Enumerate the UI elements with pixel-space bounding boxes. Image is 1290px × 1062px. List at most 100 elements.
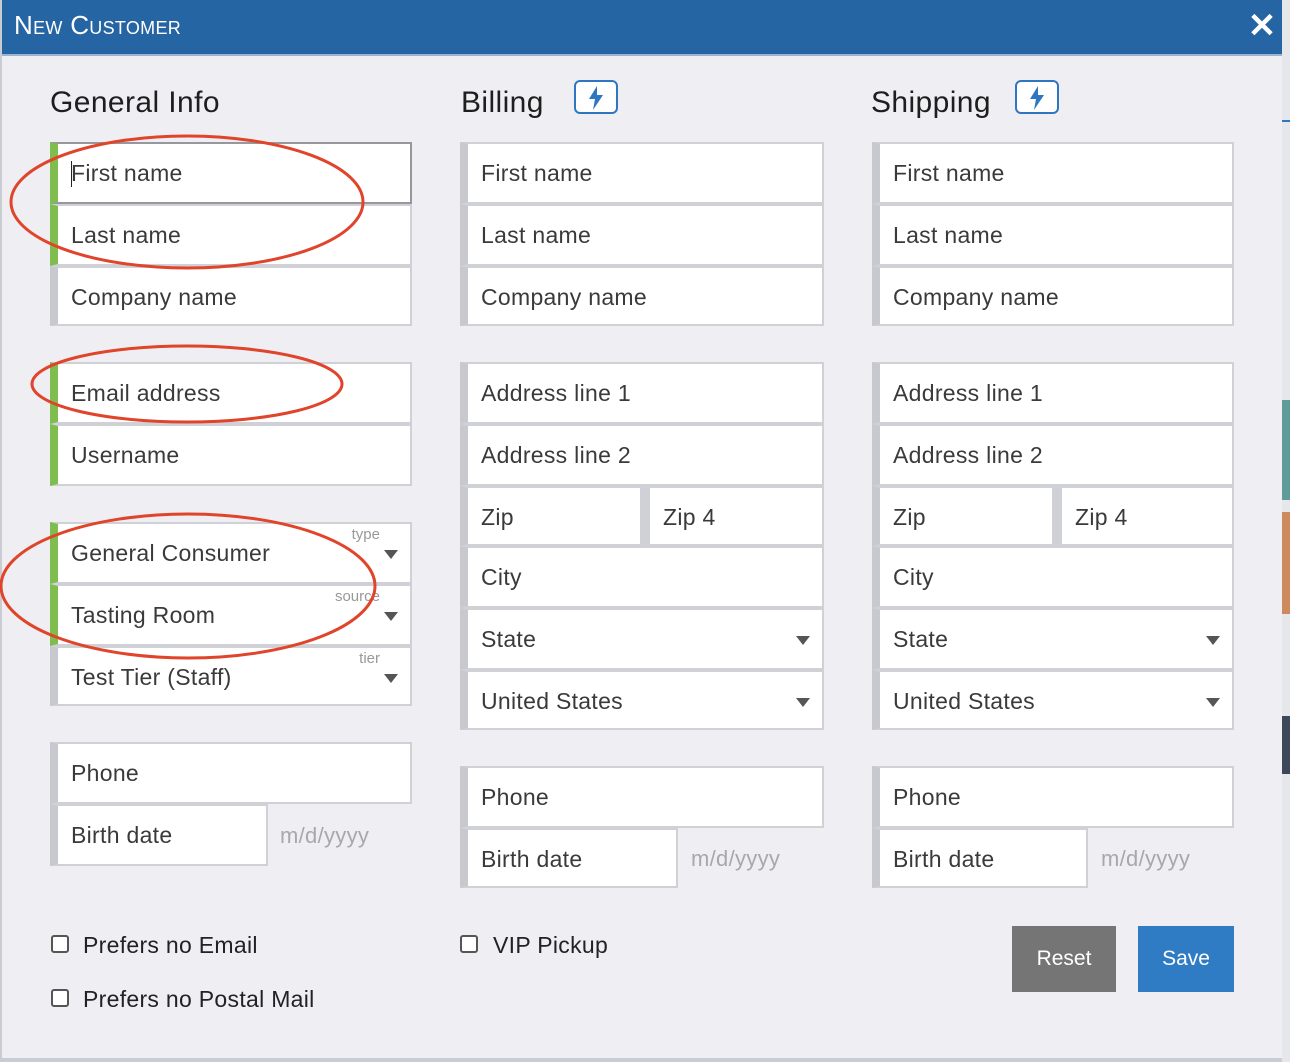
placeholder: First name — [481, 160, 593, 186]
placeholder: Company name — [481, 284, 647, 310]
placeholder: Birth date — [481, 846, 583, 872]
selected-value: State — [893, 626, 949, 652]
placeholder: Company name — [893, 284, 1059, 310]
billing-first-name-input[interactable]: First name — [460, 142, 824, 204]
selected-value: General Consumer — [71, 540, 271, 566]
background-block — [1282, 512, 1290, 614]
reset-button[interactable]: Reset — [1012, 926, 1116, 992]
placeholder: First name — [71, 160, 183, 186]
general-phone-input[interactable]: Phone — [50, 742, 412, 804]
billing-heading: Billing — [461, 86, 544, 119]
placeholder: Birth date — [71, 822, 173, 848]
vip-pickup-label[interactable]: VIP Pickup — [493, 932, 608, 959]
shipping-address2-input[interactable]: Address line 2 — [872, 424, 1234, 486]
lightning-bolt-icon — [1030, 86, 1044, 110]
type-label: type — [351, 526, 380, 543]
placeholder: Username — [71, 442, 180, 468]
placeholder: Address line 1 — [481, 380, 631, 406]
date-format-hint: m/d/yyyy — [280, 823, 370, 848]
chevron-down-icon — [384, 674, 398, 683]
placeholder: Birth date — [893, 846, 995, 872]
billing-address1-input[interactable]: Address line 1 — [460, 362, 824, 424]
placeholder: Zip 4 — [1075, 504, 1128, 530]
selected-value: State — [481, 626, 537, 652]
selected-value: Test Tier (Staff) — [71, 664, 232, 690]
placeholder: Zip — [481, 504, 514, 530]
placeholder: Zip 4 — [663, 504, 716, 530]
general-company-name-input[interactable]: Company name — [50, 266, 412, 326]
chevron-down-icon — [1206, 636, 1220, 645]
placeholder: Address line 1 — [893, 380, 1043, 406]
close-icon[interactable]: ✕ — [1246, 6, 1278, 46]
placeholder: Phone — [481, 784, 550, 810]
billing-address2-input[interactable]: Address line 2 — [460, 424, 824, 486]
placeholder: Email address — [71, 380, 221, 406]
selected-value: Tasting Room — [71, 602, 216, 628]
billing-phone-input[interactable]: Phone — [460, 766, 824, 828]
shipping-zip-input[interactable]: Zip — [872, 486, 1054, 546]
shipping-country-select[interactable]: United States — [872, 670, 1234, 730]
placeholder: Last name — [893, 222, 1004, 248]
date-format-hint: m/d/yyyy — [691, 846, 781, 871]
general-email-input[interactable]: Email address — [50, 362, 412, 424]
chevron-down-icon — [796, 636, 810, 645]
billing-zip4-input[interactable]: Zip 4 — [642, 486, 824, 546]
billing-zip-input[interactable]: Zip — [460, 486, 642, 546]
billing-birth-date-input[interactable]: Birth date — [460, 828, 678, 888]
shipping-company-name-input[interactable]: Company name — [872, 266, 1234, 326]
billing-company-name-input[interactable]: Company name — [460, 266, 824, 326]
chevron-down-icon — [796, 698, 810, 707]
customer-type-select[interactable]: type General Consumer — [50, 522, 412, 584]
tier-label: tier — [359, 650, 380, 667]
general-first-name-input[interactable]: First name — [50, 142, 412, 204]
general-username-input[interactable]: Username — [50, 424, 412, 486]
billing-country-select[interactable]: United States — [460, 670, 824, 730]
billing-state-select[interactable]: State — [460, 608, 824, 670]
dialog-titlebar: New Customer ✕ — [2, 0, 1282, 56]
shipping-city-input[interactable]: City — [872, 546, 1234, 608]
shipping-first-name-input[interactable]: First name — [872, 142, 1234, 204]
source-label: source — [334, 588, 380, 605]
prefers-no-email-checkbox[interactable] — [51, 935, 69, 953]
prefers-no-email-label[interactable]: Prefers no Email — [83, 932, 258, 959]
lightning-bolt-icon — [589, 86, 603, 110]
prefers-no-postal-checkbox[interactable] — [51, 989, 69, 1007]
shipping-zip4-input[interactable]: Zip 4 — [1054, 486, 1234, 546]
billing-autofill-button[interactable] — [574, 80, 618, 114]
chevron-down-icon — [1206, 698, 1220, 707]
general-info-heading: General Info — [50, 86, 220, 119]
general-last-name-input[interactable]: Last name — [50, 204, 412, 266]
placeholder: Phone — [893, 784, 962, 810]
shipping-phone-input[interactable]: Phone — [872, 766, 1234, 828]
placeholder: Address line 2 — [893, 442, 1043, 468]
background-line — [1282, 120, 1290, 122]
chevron-down-icon — [384, 612, 398, 621]
prefers-no-postal-label[interactable]: Prefers no Postal Mail — [83, 986, 315, 1013]
save-button[interactable]: Save — [1138, 926, 1234, 992]
customer-tier-select[interactable]: tier Test Tier (Staff) — [50, 646, 412, 706]
billing-city-input[interactable]: City — [460, 546, 824, 608]
shipping-state-select[interactable]: State — [872, 608, 1234, 670]
shipping-address1-input[interactable]: Address line 1 — [872, 362, 1234, 424]
placeholder: Phone — [71, 760, 140, 786]
new-customer-dialog: New Customer ✕ General Info Billing Ship… — [2, 0, 1282, 1058]
placeholder: City — [893, 564, 934, 590]
chevron-down-icon — [384, 550, 398, 559]
placeholder: Zip — [893, 504, 926, 530]
background-block — [1282, 400, 1290, 500]
shipping-last-name-input[interactable]: Last name — [872, 204, 1234, 266]
billing-last-name-input[interactable]: Last name — [460, 204, 824, 266]
placeholder: City — [481, 564, 522, 590]
shipping-birth-date-input[interactable]: Birth date — [872, 828, 1088, 888]
background-block — [1282, 716, 1290, 774]
shipping-autofill-button[interactable] — [1015, 80, 1059, 114]
general-birth-date-input[interactable]: Birth date — [50, 804, 268, 866]
customer-source-select[interactable]: source Tasting Room — [50, 584, 412, 646]
vip-pickup-checkbox[interactable] — [460, 935, 478, 953]
placeholder: Company name — [71, 284, 237, 310]
date-format-hint: m/d/yyyy — [1101, 846, 1191, 871]
selected-value: United States — [481, 688, 623, 714]
shipping-heading: Shipping — [871, 86, 991, 119]
placeholder: First name — [893, 160, 1005, 186]
dialog-title: New Customer — [14, 10, 182, 40]
